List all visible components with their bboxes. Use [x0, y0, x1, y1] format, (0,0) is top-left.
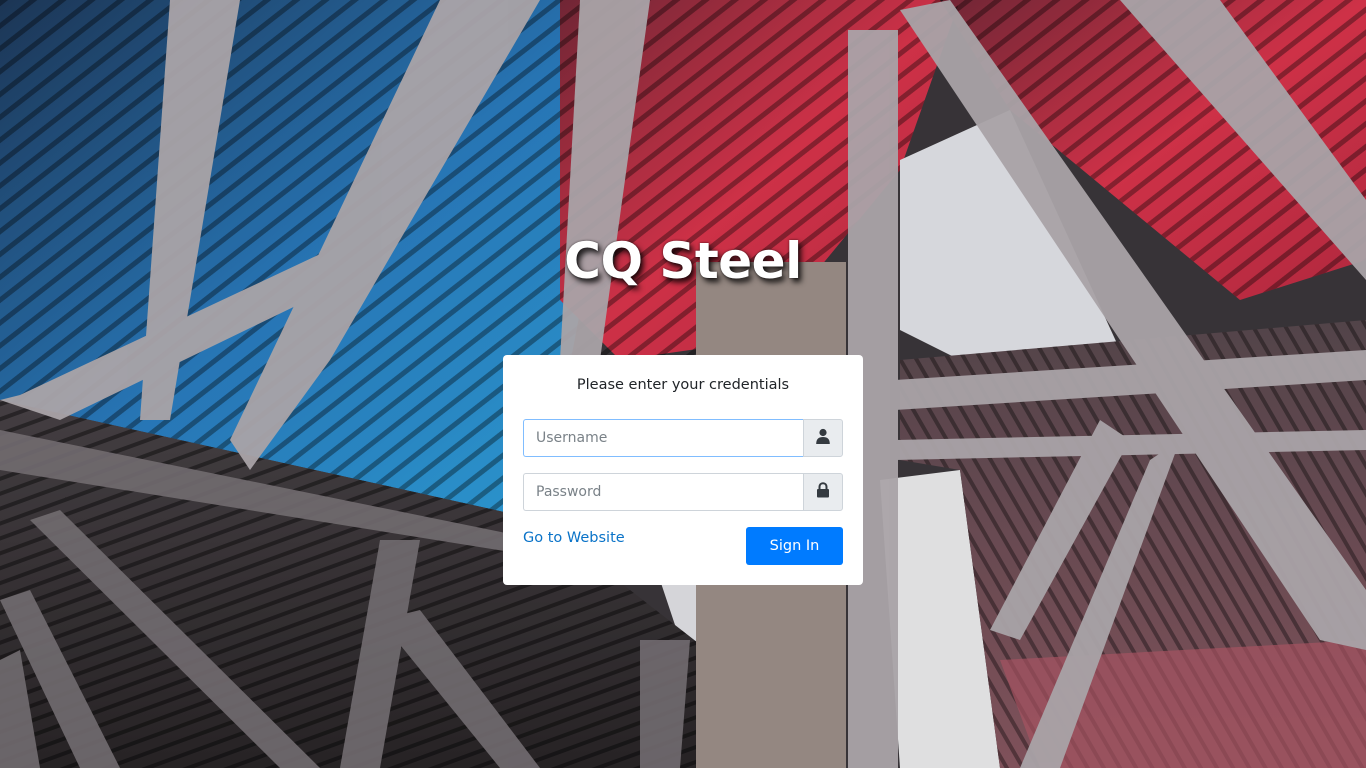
username-addon [803, 419, 843, 457]
username-group [523, 419, 843, 457]
password-addon [803, 473, 843, 511]
username-input[interactable] [523, 419, 803, 457]
password-input[interactable] [523, 473, 803, 511]
login-card: Please enter your credentials Go to Webs… [503, 355, 863, 585]
login-prompt: Please enter your credentials [576, 377, 790, 393]
user-icon [815, 428, 831, 448]
sign-in-button[interactable]: Sign In [746, 527, 843, 565]
brand-title: CQ Steel [564, 232, 802, 290]
password-group [523, 473, 843, 511]
lock-icon [816, 482, 830, 502]
go-to-website-link[interactable]: Go to Website [523, 530, 625, 546]
